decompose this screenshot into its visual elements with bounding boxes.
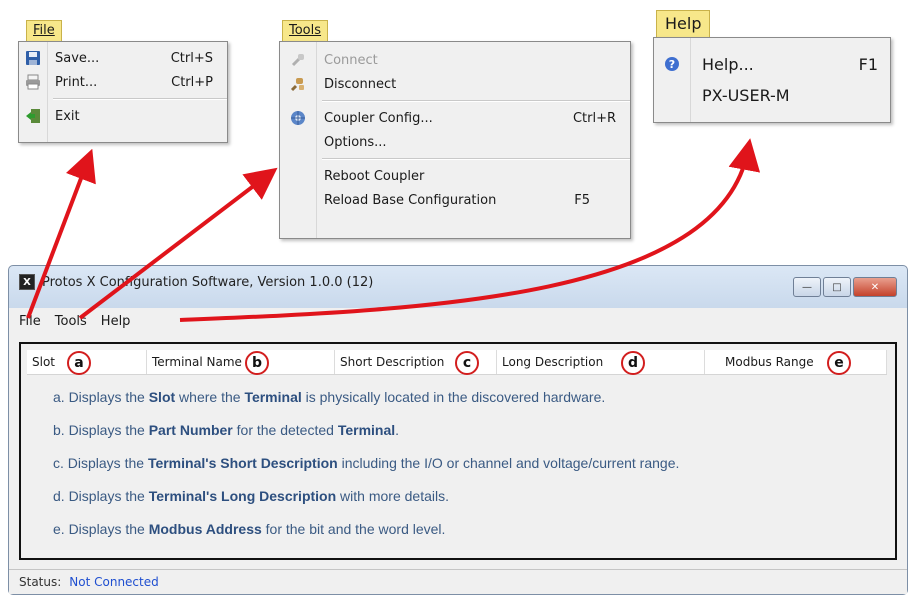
app-logo-icon: X	[19, 274, 35, 290]
unplug-icon	[280, 76, 316, 92]
description-line-a: a. Displays the Slot where the Terminal …	[53, 389, 606, 405]
printer-icon	[19, 74, 47, 90]
help-menu-item-help[interactable]: ? Help... F1	[654, 48, 890, 80]
close-button[interactable]: ✕	[853, 277, 897, 297]
file-menu-tag[interactable]: File	[26, 20, 62, 41]
menu-separator	[322, 100, 630, 102]
tools-menu-tag[interactable]: Tools	[282, 20, 329, 41]
menu-separator	[322, 158, 630, 160]
menubar-help[interactable]: Help	[101, 314, 131, 329]
tools-menu-item-disconnect[interactable]: Disconnect	[280, 72, 630, 96]
svg-text:?: ?	[669, 58, 675, 71]
menu-item-label: Reload Base Configuration	[324, 192, 497, 208]
help-menu-item-px-user-m[interactable]: PX-USER-M	[654, 80, 890, 110]
column-header-label: Short Description	[340, 355, 445, 369]
menu-item-label: Options...	[324, 134, 387, 150]
menu-item-label: Save...	[55, 50, 100, 66]
column-header-modbus-range[interactable]: Modbus Range	[705, 350, 887, 374]
column-header-label: Slot	[32, 355, 55, 369]
tools-menu-item-connect: Connect	[280, 48, 630, 72]
status-label: Status:	[19, 575, 62, 589]
file-menu-popup: Save... Ctrl+S Print... Ctrl+P Exit	[18, 41, 228, 143]
menu-item-label: Print...	[55, 74, 98, 90]
help-menu-tag[interactable]: Help	[656, 10, 711, 37]
file-menu-item-save[interactable]: Save... Ctrl+S	[19, 46, 227, 70]
menu-item-shortcut: F5	[574, 192, 590, 208]
callout-badge-d: d	[621, 351, 645, 375]
tools-menu-popup: Connect Disconnect Coupler Config... Ctr…	[279, 41, 631, 239]
status-bar: Status: Not Connected	[9, 569, 907, 594]
tools-menu-item-coupler-config[interactable]: Coupler Config... Ctrl+R	[280, 106, 630, 130]
exit-door-icon	[19, 108, 47, 124]
menu-item-label: Coupler Config...	[324, 110, 433, 126]
tools-menu-item-options[interactable]: Options...	[280, 130, 630, 154]
column-header-label: Terminal Name	[152, 355, 242, 369]
status-value: Not Connected	[69, 575, 159, 589]
description-line-e: e. Displays the Modbus Address for the b…	[53, 521, 446, 537]
menu-separator	[53, 98, 227, 100]
menu-item-label: PX-USER-M	[702, 85, 790, 105]
minimize-button[interactable]: —	[793, 277, 821, 297]
tools-menu-item-reload-base-configuration[interactable]: Reload Base Configuration F5	[280, 188, 630, 212]
column-header-row: Slot Terminal Name Short Description Lon…	[27, 350, 887, 375]
window-title: Protos X Configuration Software, Version…	[42, 274, 374, 290]
column-header-terminal-name[interactable]: Terminal Name	[147, 350, 335, 374]
column-header-label: Modbus Range	[725, 355, 814, 369]
description-line-d: d. Displays the Terminal's Long Descript…	[53, 488, 449, 504]
menu-item-shortcut: Ctrl+P	[171, 74, 213, 90]
window-controls: — □ ✕	[793, 277, 897, 297]
menu-item-shortcut: Ctrl+S	[170, 50, 213, 66]
menu-item-shortcut: Ctrl+R	[572, 110, 616, 126]
help-menu-popup: ? Help... F1 PX-USER-M	[653, 37, 891, 123]
menu-bar: File Tools Help	[9, 310, 907, 332]
menu-item-label: Reboot Coupler	[324, 168, 425, 184]
menu-item-label: Help...	[702, 54, 754, 74]
terminal-list-panel: Slot Terminal Name Short Description Lon…	[19, 342, 897, 560]
description-line-b: b. Displays the Part Number for the dete…	[53, 422, 400, 438]
maximize-button[interactable]: □	[823, 277, 851, 297]
title-bar[interactable]: X Protos X Configuration Software, Versi…	[9, 266, 907, 298]
column-header-label: Long Description	[502, 355, 604, 369]
application-window: X Protos X Configuration Software, Versi…	[8, 265, 908, 595]
description-line-c: c. Displays the Terminal's Short Descrip…	[53, 455, 680, 471]
gear-globe-icon	[280, 110, 316, 126]
floppy-disk-icon	[19, 50, 47, 66]
file-menu-item-exit[interactable]: Exit	[19, 104, 227, 128]
help-question-icon: ?	[654, 56, 690, 72]
callout-badge-b: b	[245, 351, 269, 375]
column-header-long-description[interactable]: Long Description	[497, 350, 705, 374]
callout-badge-e: e	[827, 351, 851, 375]
tools-menu-item-reboot-coupler[interactable]: Reboot Coupler	[280, 164, 630, 188]
menu-item-label: Connect	[324, 52, 378, 68]
menu-item-shortcut: F1	[858, 54, 878, 74]
plug-icon	[280, 52, 316, 68]
callout-badge-c: c	[455, 351, 479, 375]
callout-badge-a: a	[67, 351, 91, 375]
menubar-tools[interactable]: Tools	[55, 314, 87, 329]
menubar-file[interactable]: File	[19, 314, 41, 329]
menu-item-label: Disconnect	[324, 76, 397, 92]
file-menu-item-print[interactable]: Print... Ctrl+P	[19, 70, 227, 94]
menu-item-label: Exit	[55, 108, 80, 124]
